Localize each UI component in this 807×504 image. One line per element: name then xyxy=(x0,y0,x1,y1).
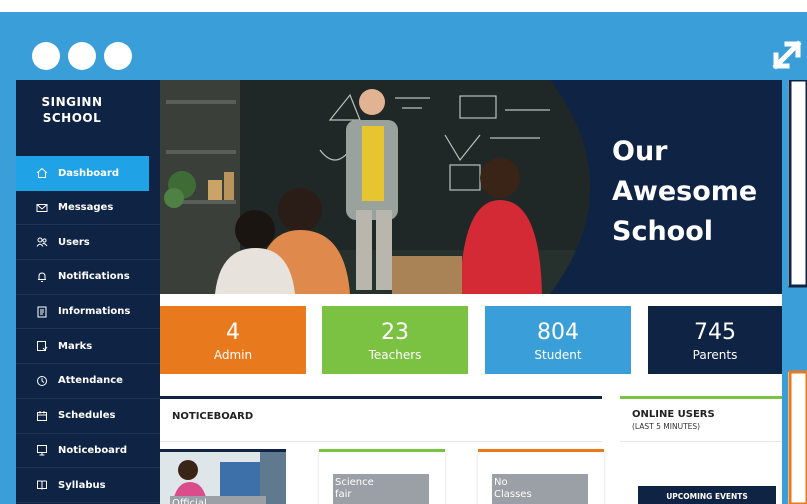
stat-value: 4 xyxy=(226,320,240,345)
noticeboard-title: NOTICEBOARD xyxy=(172,411,254,422)
window-controls xyxy=(32,42,132,70)
sidebar-item-label: Informations xyxy=(58,306,131,318)
sidebar-item-informations[interactable]: Informations xyxy=(16,295,160,330)
marks-icon xyxy=(36,340,48,352)
sidebar-item-label: Dashboard xyxy=(58,167,119,179)
stat-label: Student xyxy=(534,348,582,362)
stat-value: 804 xyxy=(537,320,579,345)
attendance-icon xyxy=(36,375,48,387)
hero-banner: Our Awesome School xyxy=(160,80,782,294)
sidebar-item-dashboard[interactable]: Dashboard xyxy=(16,156,149,191)
noticeboard-icon xyxy=(36,444,48,456)
home-icon xyxy=(36,167,48,179)
sidebar-item-label: Schedules xyxy=(58,410,116,422)
notice-tag-line-2: fair xyxy=(335,489,352,500)
sidebar-item-marks[interactable]: Marks xyxy=(16,329,160,365)
hero-title-line-1: Our xyxy=(612,136,668,167)
envelope-icon xyxy=(36,202,48,214)
sidebar-item-notifications[interactable]: Notifications xyxy=(16,260,160,295)
sidebar: SINGINN SCHOOL Dashboard Messages Users … xyxy=(16,80,160,504)
notice-card-no-classes[interactable]: No Classes xyxy=(478,449,604,504)
main-content: Our Awesome School 4 Admin 23 Teachers 8… xyxy=(160,80,782,504)
brand-line-1: SINGINN xyxy=(41,95,103,109)
users-icon xyxy=(36,236,48,248)
online-users-subtitle: (LAST 5 MINUTES) xyxy=(632,422,701,431)
stat-student[interactable]: 804 Student xyxy=(485,306,631,374)
sidebar-item-label: Noticeboard xyxy=(58,444,128,456)
sidebar-item-syllabus[interactable]: Syllabus xyxy=(16,468,160,503)
notice-tag-line-1: No xyxy=(494,477,508,488)
sidebar-item-noticeboard[interactable]: Noticeboard xyxy=(16,434,160,469)
sidebar-nav: Dashboard Messages Users Notifications I… xyxy=(16,156,160,503)
app: SINGINN SCHOOL Dashboard Messages Users … xyxy=(16,80,782,504)
sidebar-item-attendance[interactable]: Attendance xyxy=(16,364,160,399)
sidebar-item-label: Notifications xyxy=(58,271,130,283)
window-dot-2[interactable] xyxy=(68,42,96,70)
notice-tag: No Classes xyxy=(492,474,588,504)
brand-line-2: SCHOOL xyxy=(42,111,102,125)
brand-logo: SINGINN SCHOOL xyxy=(16,94,128,126)
calendar-icon xyxy=(36,410,48,422)
notice-card-science-fair[interactable]: Science fair xyxy=(319,449,445,504)
sidebar-item-label: Messages xyxy=(58,202,114,214)
hero-title: Our Awesome School xyxy=(612,132,757,252)
info-icon xyxy=(36,306,48,318)
expand-icon[interactable] xyxy=(768,36,806,74)
stat-admin[interactable]: 4 Admin xyxy=(160,306,306,374)
notice-tag: Science fair xyxy=(333,474,429,504)
divider xyxy=(620,441,782,442)
sidebar-item-label: Attendance xyxy=(58,375,123,387)
notice-tag-line-1: Science xyxy=(335,477,374,488)
hero-title-line-3: School xyxy=(612,216,714,247)
stat-label: Admin xyxy=(213,348,253,362)
sidebar-item-messages[interactable]: Messages xyxy=(16,191,160,226)
stat-value: 23 xyxy=(381,320,409,345)
upcoming-events-button[interactable]: UPCOMING EVENTS xyxy=(638,486,776,504)
syllabus-icon xyxy=(36,479,48,491)
stat-parents[interactable]: 745 Parents xyxy=(648,306,782,374)
notice-tag: Official xyxy=(170,496,266,504)
right-panel-strip xyxy=(782,78,807,504)
online-users-panel: ONLINE USERS (LAST 5 MINUTES) UPCOMING E… xyxy=(620,396,782,504)
sidebar-item-schedules[interactable]: Schedules xyxy=(16,399,160,434)
stat-label: Teachers xyxy=(368,348,422,362)
noticeboard-panel: NOTICEBOARD Official Science fair No Cla… xyxy=(160,396,604,504)
notice-tag-line-2: Classes xyxy=(494,489,532,500)
hero-title-line-2: Awesome xyxy=(612,176,758,207)
window-dot-3[interactable] xyxy=(104,42,132,70)
notice-card-official[interactable]: Official xyxy=(160,449,286,504)
bell-icon xyxy=(36,271,48,283)
sidebar-item-label: Syllabus xyxy=(58,479,106,491)
sidebar-item-users[interactable]: Users xyxy=(16,225,160,261)
sidebar-item-label: Marks xyxy=(58,340,93,352)
window-dot-1[interactable] xyxy=(32,42,60,70)
stat-teachers[interactable]: 23 Teachers xyxy=(322,306,468,374)
divider xyxy=(160,441,602,442)
stat-label: Parents xyxy=(692,348,738,362)
classroom-photo xyxy=(160,80,590,294)
online-users-title: ONLINE USERS xyxy=(632,409,715,420)
sidebar-item-label: Users xyxy=(58,236,90,248)
stat-value: 745 xyxy=(694,320,736,345)
